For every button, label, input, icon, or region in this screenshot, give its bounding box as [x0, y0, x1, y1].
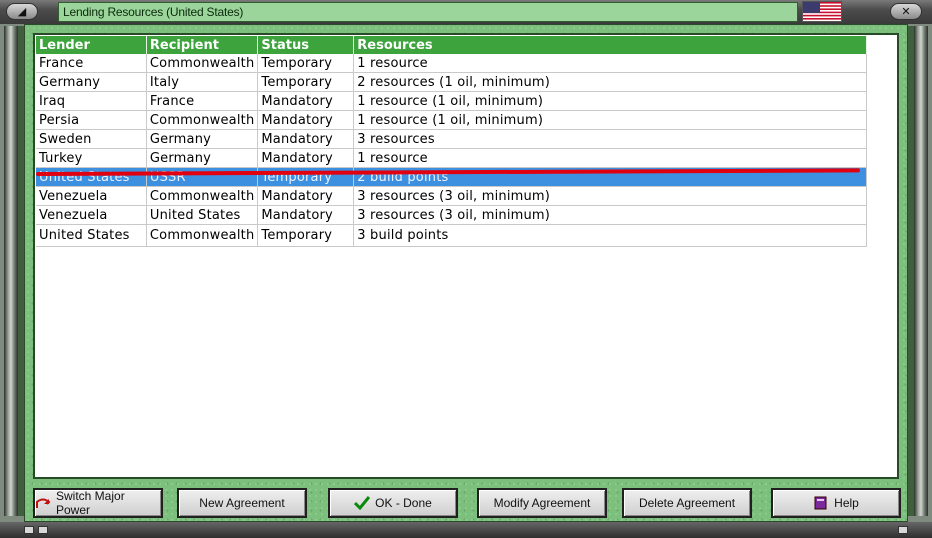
lending-list[interactable]: Lender Recipient Status Resources France…	[33, 33, 899, 479]
main-panel: Lender Recipient Status Resources France…	[24, 24, 908, 522]
cell-status: Mandatory	[257, 91, 355, 111]
delete-agreement-label: Delete Agreement	[638, 496, 736, 510]
table-row[interactable]: Venezuela United States Mandatory 3 reso…	[36, 205, 867, 225]
cell-resources: 1 resource	[353, 54, 867, 73]
column-header-resources[interactable]: Resources	[353, 36, 867, 54]
ok-done-label: OK - Done	[375, 496, 432, 510]
bottom-right-handle[interactable]	[898, 526, 908, 534]
cell-resources: 3 resources (3 oil, minimum)	[353, 186, 867, 206]
cell-resources: 3 resources	[353, 129, 867, 149]
column-header-status[interactable]: Status	[257, 36, 355, 54]
right-frame-rail	[914, 26, 928, 516]
switch-major-power-label: Switch Major Power	[56, 489, 125, 517]
cell-status: Temporary	[257, 54, 355, 73]
new-agreement-button[interactable]: New Agreement	[177, 488, 307, 518]
cell-resources: 1 resource (1 oil, minimum)	[353, 91, 867, 111]
cell-status: Mandatory	[257, 148, 355, 168]
cell-lender: Germany	[36, 72, 147, 92]
window-menu-button[interactable]: ◢	[6, 3, 38, 20]
cell-status: Mandatory	[257, 129, 355, 149]
cell-recipient: Italy	[146, 72, 259, 92]
cell-resources: 2 resources (1 oil, minimum)	[353, 72, 867, 92]
bottom-left-handle[interactable]	[24, 526, 34, 534]
cell-lender: Venezuela	[36, 205, 147, 225]
cell-resources: 1 resource (1 oil, minimum)	[353, 110, 867, 130]
close-button[interactable]: ✕	[890, 3, 922, 20]
cell-lender: United States	[36, 224, 147, 247]
new-agreement-label: New Agreement	[199, 496, 285, 510]
cell-recipient: Commonwealth	[146, 224, 259, 247]
help-label: Help	[834, 496, 859, 510]
modify-agreement-label: Modify Agreement	[493, 496, 591, 510]
cell-lender: Sweden	[36, 129, 147, 149]
cell-recipient: France	[146, 91, 259, 111]
table-row[interactable]: United States Commonwealth Temporary 3 b…	[36, 224, 867, 247]
left-frame-rail	[4, 26, 18, 516]
checkmark-icon	[354, 496, 371, 511]
cell-status: Temporary	[257, 72, 355, 92]
cell-lender: France	[36, 54, 147, 73]
cell-status: Mandatory	[257, 110, 355, 130]
switch-power-icon	[35, 496, 51, 510]
modify-agreement-button[interactable]: Modify Agreement	[477, 488, 607, 518]
cell-lender: Persia	[36, 110, 147, 130]
table-row[interactable]: Turkey Germany Mandatory 1 resource	[36, 148, 867, 168]
bottom-left-handle-2[interactable]	[38, 526, 48, 534]
cell-recipient: Commonwealth	[146, 54, 259, 73]
cell-resources: 1 resource	[353, 148, 867, 168]
cell-lender: United States	[36, 167, 147, 187]
button-row: Switch Major Power New Agreement OK - Do…	[33, 488, 901, 518]
bottom-frame	[0, 522, 932, 538]
cell-recipient: Germany	[146, 148, 259, 168]
cell-recipient: Commonwealth	[146, 186, 259, 206]
cell-recipient: Germany	[146, 129, 259, 149]
window-title: Lending Resources (United States)	[58, 2, 798, 22]
switch-major-power-button[interactable]: Switch Major Power	[33, 488, 163, 518]
cell-recipient: Commonwealth	[146, 110, 259, 130]
table-row[interactable]: Germany Italy Temporary 2 resources (1 o…	[36, 72, 867, 92]
help-book-icon	[813, 496, 829, 510]
cell-resources: 3 resources (3 oil, minimum)	[353, 205, 867, 225]
title-bar: ◢ Lending Resources (United States) ✕	[0, 0, 932, 25]
close-icon: ✕	[901, 5, 911, 18]
ok-done-button[interactable]: OK - Done	[328, 488, 458, 518]
window-menu-icon: ◢	[17, 5, 27, 18]
column-header-lender[interactable]: Lender	[36, 36, 147, 54]
table-row[interactable]: Persia Commonwealth Mandatory 1 resource…	[36, 110, 867, 130]
us-flag-icon	[802, 1, 842, 22]
table-row[interactable]: Venezuela Commonwealth Mandatory 3 resou…	[36, 186, 867, 206]
cell-status: Mandatory	[257, 205, 355, 225]
table-header-row: Lender Recipient Status Resources	[36, 36, 867, 54]
table-row[interactable]: France Commonwealth Temporary 1 resource	[36, 54, 867, 73]
help-button[interactable]: Help	[771, 488, 901, 518]
column-header-recipient[interactable]: Recipient	[146, 36, 259, 54]
cell-status: Temporary	[257, 224, 355, 247]
delete-agreement-button[interactable]: Delete Agreement	[622, 488, 752, 518]
right-frame-inner-rail	[908, 26, 914, 516]
cell-status: Mandatory	[257, 186, 355, 206]
cell-lender: Venezuela	[36, 186, 147, 206]
lending-table: Lender Recipient Status Resources France…	[36, 36, 867, 247]
cell-resources: 3 build points	[353, 224, 867, 247]
cell-lender: Turkey	[36, 148, 147, 168]
table-row[interactable]: Iraq France Mandatory 1 resource (1 oil,…	[36, 91, 867, 111]
cell-lender: Iraq	[36, 91, 147, 111]
table-row[interactable]: Sweden Germany Mandatory 3 resources	[36, 129, 867, 149]
cell-recipient: United States	[146, 205, 259, 225]
